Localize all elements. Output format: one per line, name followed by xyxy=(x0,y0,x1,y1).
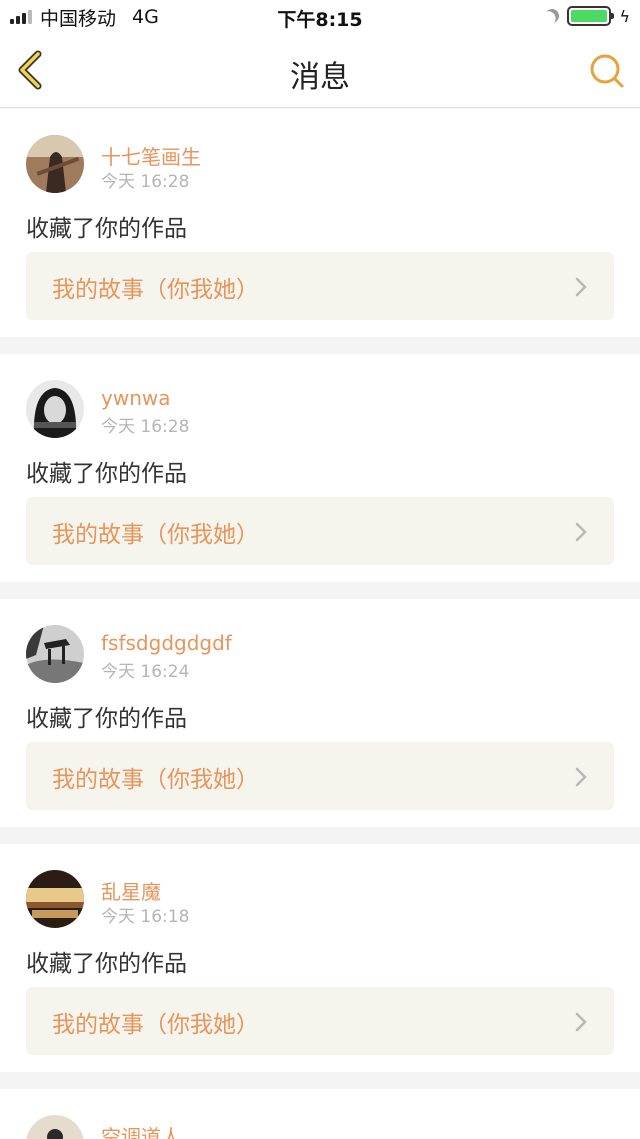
work-title: 我的故事（你我她） xyxy=(52,277,259,303)
work-link[interactable]: 我的故事（你我她） xyxy=(26,987,614,1055)
username[interactable]: fsfsdgdgdgdf xyxy=(101,631,232,655)
do-not-disturb-icon xyxy=(543,7,561,25)
chevron-right-icon xyxy=(575,767,587,787)
username[interactable]: 空调道人 xyxy=(101,1121,181,1139)
action-text: 收藏了你的作品 xyxy=(26,951,187,977)
username[interactable]: 乱星魔 xyxy=(101,876,161,905)
search-icon xyxy=(590,54,624,88)
action-text: 收藏了你的作品 xyxy=(26,461,187,487)
action-text: 收藏了你的作品 xyxy=(26,216,187,242)
action-text: 收藏了你的作品 xyxy=(26,706,187,732)
username[interactable]: ywnwa xyxy=(101,386,170,410)
avatar[interactable] xyxy=(26,870,84,928)
message-list: 十七笔画生 今天 16:28 收藏了你的作品 我的故事（你我她） ywnwa 今… xyxy=(0,109,640,1139)
avatar[interactable] xyxy=(26,380,84,438)
avatar[interactable] xyxy=(26,135,84,193)
work-link[interactable]: 我的故事（你我她） xyxy=(26,497,614,565)
work-link[interactable]: 我的故事（你我她） xyxy=(26,742,614,810)
message-item: 空调道人 xyxy=(0,1089,640,1139)
chevron-right-icon xyxy=(575,277,587,297)
charging-icon: ϟ xyxy=(619,6,630,26)
status-time: 下午8:15 xyxy=(277,9,363,31)
work-title: 我的故事（你我她） xyxy=(52,767,259,793)
search-button[interactable] xyxy=(588,52,626,90)
chevron-right-icon xyxy=(575,1012,587,1032)
message-time: 今天 16:28 xyxy=(101,417,190,437)
message-item: fsfsdgdgdgdf 今天 16:24 收藏了你的作品 我的故事（你我她） xyxy=(0,599,640,827)
message-time: 今天 16:24 xyxy=(101,662,190,682)
avatar[interactable] xyxy=(26,625,84,683)
chevron-right-icon xyxy=(575,522,587,542)
battery-icon xyxy=(567,6,615,26)
message-time: 今天 16:18 xyxy=(101,907,190,927)
work-link[interactable]: 我的故事（你我她） xyxy=(26,252,614,320)
message-item: ywnwa 今天 16:28 收藏了你的作品 我的故事（你我她） xyxy=(0,354,640,582)
page-title: 消息 xyxy=(290,60,350,95)
message-item: 乱星魔 今天 16:18 收藏了你的作品 我的故事（你我她） xyxy=(0,844,640,1072)
work-title: 我的故事（你我她） xyxy=(52,1012,259,1038)
message-time: 今天 16:28 xyxy=(101,172,190,192)
nav-bar: 消息 xyxy=(0,34,640,108)
work-title: 我的故事（你我她） xyxy=(52,522,259,548)
status-bar: 中国移动 4G 下午8:15 ϟ xyxy=(0,0,640,34)
message-item: 十七笔画生 今天 16:28 收藏了你的作品 我的故事（你我她） xyxy=(0,109,640,337)
username[interactable]: 十七笔画生 xyxy=(101,141,201,170)
avatar[interactable] xyxy=(26,1115,84,1139)
